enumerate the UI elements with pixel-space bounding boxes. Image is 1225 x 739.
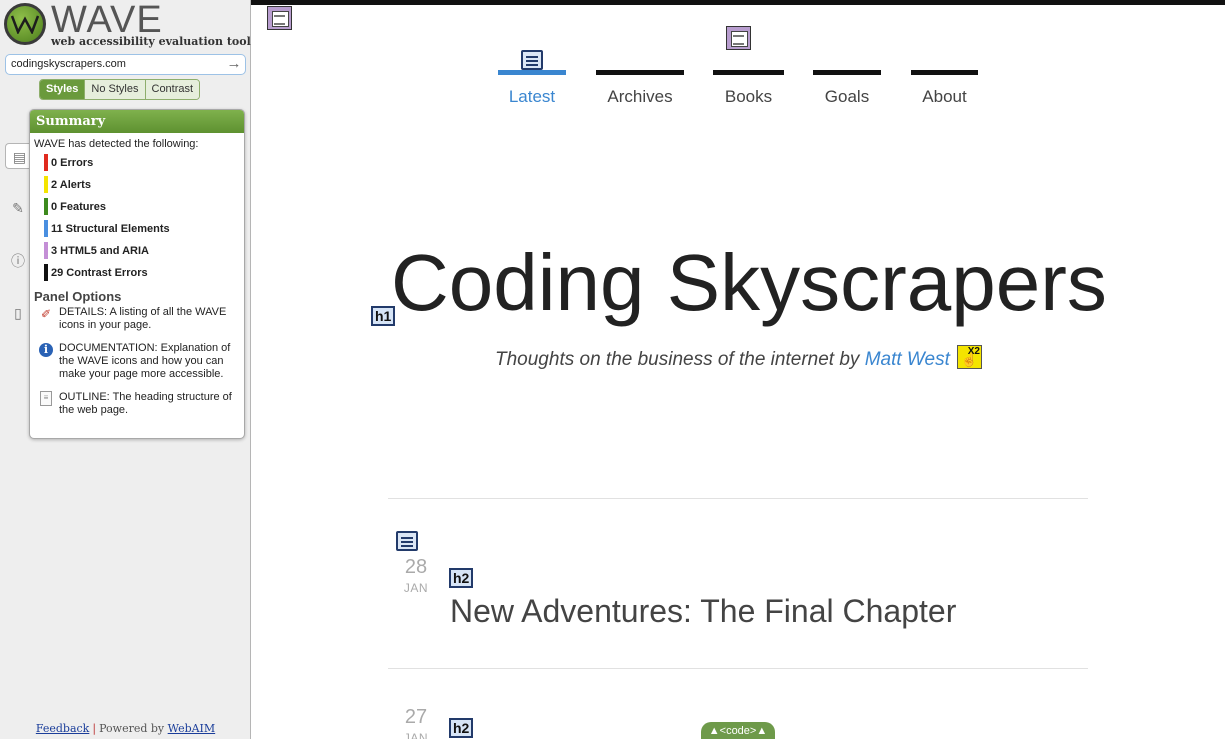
features-color-bar: [44, 198, 48, 215]
tagline-text: Thoughts on the business of the internet…: [495, 349, 860, 370]
summary-label: 11 Structural Elements: [51, 223, 170, 235]
panel-title: Summary: [30, 110, 244, 133]
nav-bar: [498, 70, 566, 75]
option-text: DOCUMENTATION: Explanation of the WAVE i…: [59, 342, 231, 380]
summary-label: 0 Errors: [51, 157, 94, 169]
panel-options-heading: Panel Options: [34, 289, 122, 304]
h2-badge[interactable]: h2: [449, 718, 474, 738]
document-icon: ≡: [40, 391, 52, 406]
contrast-button[interactable]: Contrast: [145, 80, 200, 99]
alert-count: X2: [967, 346, 980, 357]
alert-icon[interactable]: ☝ X2: [957, 345, 982, 369]
page-top-bar: [251, 0, 1225, 5]
summary-panel: Summary WAVE has detected the following:…: [29, 109, 245, 439]
nav-latest[interactable]: Latest: [498, 70, 566, 110]
alerts-color-bar: [44, 176, 48, 193]
nav-label: Archives: [607, 87, 673, 106]
nav-bar: [911, 70, 978, 75]
url-input[interactable]: codingskyscrapers.com →: [5, 54, 246, 75]
post-title[interactable]: New Adventures: The Final Chapter: [450, 593, 956, 630]
html5-region-icon[interactable]: [267, 6, 292, 30]
summary-errors[interactable]: 0 Errors: [30, 154, 244, 176]
document-icon[interactable]: ▯: [7, 300, 29, 326]
webaim-link[interactable]: WebAIM: [168, 722, 216, 735]
errors-color-bar: [44, 154, 48, 171]
summary-label: 3 HTML5 and ARIA: [51, 245, 149, 257]
option-text: OUTLINE: The heading structure of the we…: [59, 391, 232, 416]
h2-badge[interactable]: h2: [449, 568, 474, 588]
nav-bar: [713, 70, 784, 75]
nav-goals[interactable]: Goals: [813, 70, 881, 110]
nav-label: Books: [724, 87, 773, 106]
nav-label: Latest: [508, 87, 556, 106]
evaluated-page: Latest Archives Books Goals About h1 Cod…: [251, 0, 1225, 739]
styles-button[interactable]: Styles: [40, 80, 86, 99]
wave-footer: Feedback | Powered by WebAIM: [0, 722, 251, 735]
post-day: 28: [404, 556, 428, 578]
info-icon[interactable]: ⓘ: [7, 248, 29, 274]
list-icon[interactable]: [521, 50, 543, 70]
code-badge-label: <code>: [719, 725, 757, 737]
nav-about[interactable]: About: [911, 70, 978, 110]
nav-bar: [813, 70, 881, 75]
url-input-value[interactable]: codingskyscrapers.com: [11, 58, 126, 70]
info-icon: i: [39, 343, 53, 357]
summary-label: 0 Features: [51, 201, 107, 213]
code-badge[interactable]: ▲<code>▲: [701, 722, 775, 739]
nav-books[interactable]: Books: [713, 70, 784, 110]
site-title: Coding Skyscrapers: [391, 238, 1107, 327]
wave-sidebar: WAVE web accessibility evaluation tool c…: [0, 0, 251, 739]
summary-contrast[interactable]: 29 Contrast Errors: [30, 264, 244, 286]
style-toggle-group: Styles No Styles Contrast: [39, 79, 201, 100]
contrast-color-bar: [44, 264, 48, 281]
divider: [388, 498, 1088, 499]
nav-label: About: [922, 87, 967, 106]
option-outline[interactable]: ≡ OUTLINE: The heading structure of the …: [30, 391, 244, 417]
option-text: DETAILS: A listing of all the WAVE icons…: [59, 306, 227, 331]
wave-logo: WAVE web accessibility evaluation tool: [4, 0, 251, 49]
up-arrow-icon: ▲: [756, 725, 768, 737]
post-month: JAN: [403, 731, 429, 739]
structural-color-bar: [44, 220, 48, 237]
footer-separator: |: [92, 722, 97, 735]
summary-html5-aria[interactable]: 3 HTML5 and ARIA: [30, 242, 244, 264]
feedback-link[interactable]: Feedback: [36, 722, 90, 735]
no-styles-button[interactable]: No Styles: [85, 80, 146, 99]
wave-logo-mark: [4, 3, 46, 45]
post-month: JAN: [403, 581, 429, 595]
option-documentation[interactable]: i DOCUMENTATION: Explanation of the WAVE…: [30, 342, 244, 381]
go-arrow-icon[interactable]: →: [226, 56, 242, 72]
nav-label: Goals: [824, 87, 870, 106]
up-arrow-icon: ▲: [708, 725, 720, 737]
pushpin-icon: ✐: [40, 307, 52, 321]
nav-bar: [596, 70, 684, 75]
option-details[interactable]: ✐ DETAILS: A listing of all the WAVE ico…: [30, 306, 244, 332]
html5-color-bar: [44, 242, 48, 259]
summary-label: 29 Contrast Errors: [51, 267, 148, 279]
summary-structural[interactable]: 11 Structural Elements: [30, 220, 244, 242]
powered-by-text: Powered by: [99, 722, 165, 735]
list-icon[interactable]: [396, 531, 418, 551]
wave-logo-tagline: web accessibility evaluation tool: [51, 35, 251, 48]
nav-archives[interactable]: Archives: [596, 70, 684, 110]
pushpin-icon[interactable]: ✎: [7, 195, 29, 221]
author-link[interactable]: Matt West: [865, 349, 950, 370]
summary-features[interactable]: 0 Features: [30, 198, 244, 220]
site-tagline: Thoughts on the business of the internet…: [495, 349, 950, 371]
summary-label: 2 Alerts: [51, 179, 91, 191]
divider: [388, 668, 1088, 669]
post-day: 27: [404, 706, 428, 728]
panel-intro: WAVE has detected the following:: [34, 138, 199, 150]
summary-alerts[interactable]: 2 Alerts: [30, 176, 244, 198]
html5-region-icon[interactable]: [726, 26, 751, 50]
